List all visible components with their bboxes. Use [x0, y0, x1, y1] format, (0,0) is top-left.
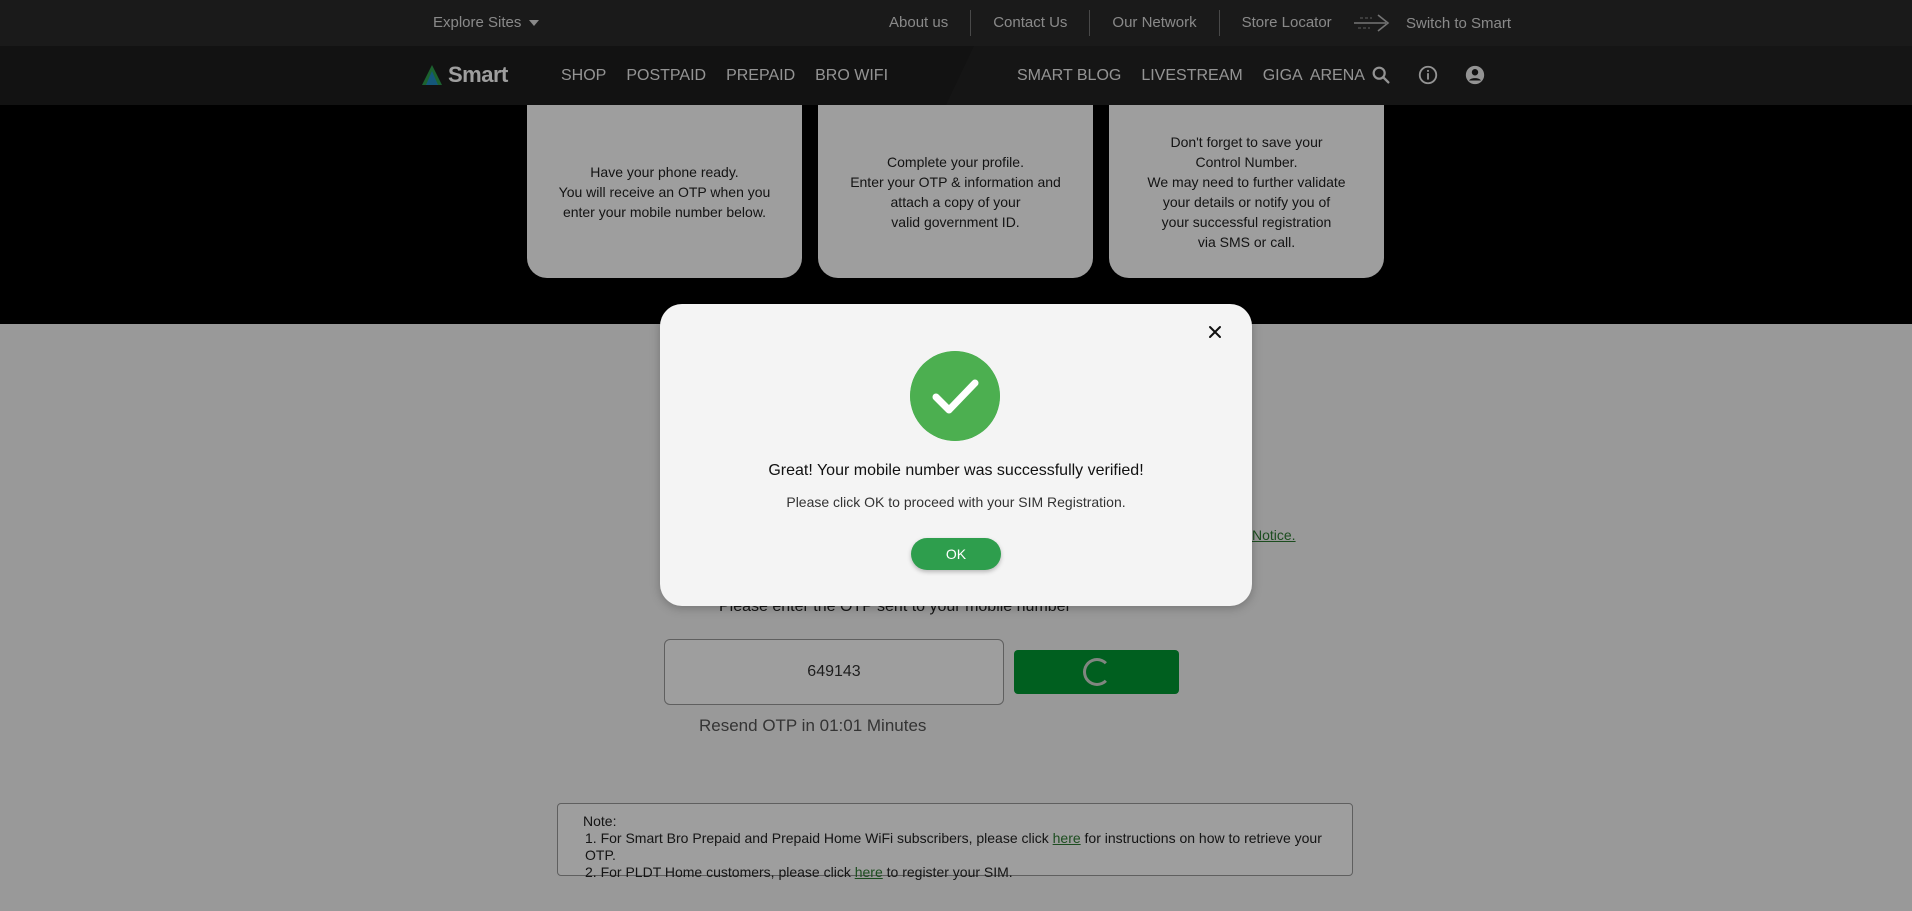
close-icon[interactable] — [1204, 321, 1226, 343]
modal-subtitle: Please click OK to proceed with your SIM… — [786, 494, 1126, 510]
modal-title: Great! Your mobile number was successful… — [768, 462, 1144, 479]
ok-button[interactable]: OK — [911, 538, 1001, 570]
success-modal: Great! Your mobile number was successful… — [660, 304, 1252, 606]
success-check-icon — [910, 351, 1000, 441]
